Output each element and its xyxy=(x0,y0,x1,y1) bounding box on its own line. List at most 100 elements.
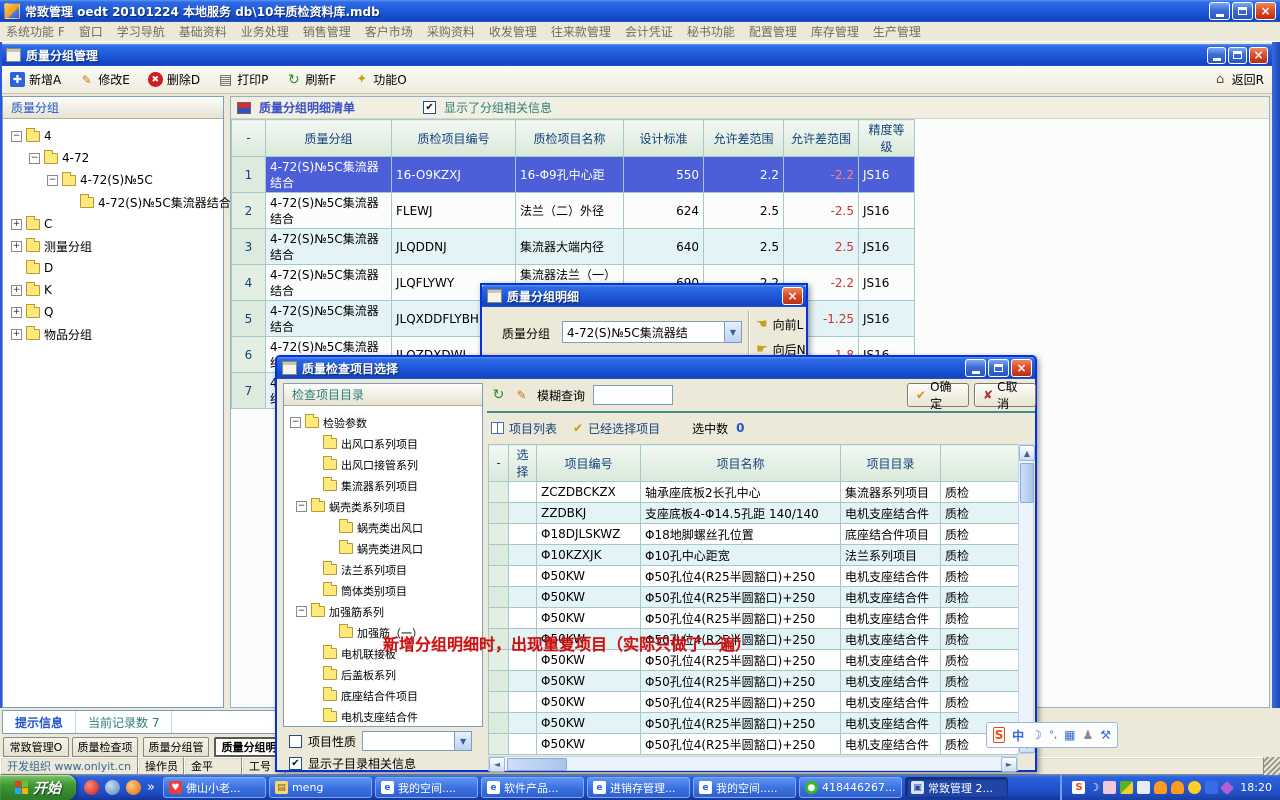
cell-select[interactable] xyxy=(509,503,537,524)
menu-learning[interactable]: 学习导航 xyxy=(117,23,165,40)
tree-node[interactable]: 筒体类别项目 xyxy=(286,580,480,601)
column-header[interactable]: 质检项目名称 xyxy=(516,120,624,157)
cell-dir[interactable]: 电机支座结合件 xyxy=(841,713,941,734)
cell-code[interactable]: Φ18DJLSKWZ xyxy=(537,524,641,545)
select-dialog-minimize-button[interactable] xyxy=(965,359,986,377)
tray-mic-icon[interactable] xyxy=(1137,781,1150,794)
tree-node-params[interactable]: 检验参数 xyxy=(286,412,480,433)
cell-select[interactable] xyxy=(509,671,537,692)
column-header[interactable]: 质量分组 xyxy=(266,120,392,157)
cell-tol-upper[interactable]: 2.5 xyxy=(704,193,784,229)
tray-qq-contact-icon[interactable] xyxy=(1154,781,1167,794)
tray-pink-icon[interactable] xyxy=(1103,781,1116,794)
column-header[interactable]: 项目名称 xyxy=(641,445,841,482)
tab-selected-items[interactable]: ✔已经选择项目 xyxy=(573,420,660,437)
cell-dir[interactable]: 电机支座结合件 xyxy=(841,734,941,755)
tree-node[interactable]: 集流器系列项目 xyxy=(286,475,480,496)
main-close-button[interactable]: × xyxy=(1255,2,1276,20)
cell-rownum[interactable]: 2 xyxy=(232,193,266,229)
select-dialog-titlebar[interactable]: 质量检查项目选择 × xyxy=(277,357,1035,379)
cell-name[interactable]: Φ10孔中心距宽 xyxy=(641,545,841,566)
select-dialog-maximize-button[interactable] xyxy=(988,359,1009,377)
tree-toggle-icon[interactable] xyxy=(296,501,307,512)
tree-node[interactable]: 法兰系列项目 xyxy=(286,559,480,580)
column-header[interactable]: 项目编号 xyxy=(537,445,641,482)
cell-grade[interactable]: JS16 xyxy=(859,193,915,229)
scroll-thumb[interactable] xyxy=(507,758,567,771)
taskbar-item-notepad[interactable]: ▤meng xyxy=(269,777,372,798)
cell-dir[interactable]: 电机支座结合件 xyxy=(841,671,941,692)
table-row[interactable]: 3 4-72(S)№5C集流器结合 JLQDDNJ 集流器大端内径 640 2.… xyxy=(232,229,915,265)
menu-inventory[interactable]: 库存管理 xyxy=(811,23,859,40)
tree-toggle-icon[interactable] xyxy=(11,219,22,230)
tree-toggle-icon[interactable] xyxy=(29,153,40,164)
tray-flag-icon[interactable] xyxy=(1120,781,1133,794)
cell-rownum[interactable]: 1 xyxy=(232,157,266,193)
cell-tol-upper[interactable]: 2.2 xyxy=(704,157,784,193)
add-button[interactable]: ✚新增A xyxy=(10,71,61,88)
tray-qq-contact2-icon[interactable] xyxy=(1171,781,1184,794)
tree-node[interactable]: 底座结合件项目 xyxy=(286,685,480,706)
show-related-checkbox[interactable] xyxy=(423,101,436,114)
taskbar-item-ie-3[interactable]: e进销存管理... xyxy=(587,777,690,798)
cell-dir[interactable]: 电机支座结合件 xyxy=(841,566,941,587)
tray-coin-icon[interactable] xyxy=(1188,781,1201,794)
cell-dir[interactable]: 底座结合件项目 xyxy=(841,524,941,545)
group-close-button[interactable]: × xyxy=(1249,47,1268,64)
cell-grade[interactable]: JS16 xyxy=(859,229,915,265)
cancel-button[interactable]: ✘C取消 xyxy=(974,383,1036,407)
ql-browser-icon[interactable] xyxy=(126,780,141,795)
group-minimize-button[interactable] xyxy=(1207,47,1226,64)
menu-customer[interactable]: 客户市场 xyxy=(365,23,413,40)
taskbar-item-ie-1[interactable]: e我的空间.... xyxy=(375,777,478,798)
delete-button[interactable]: ✖删除D xyxy=(148,71,200,88)
cell-code[interactable]: JLQDDNJ xyxy=(392,229,516,265)
cell-dir[interactable]: 法兰系列项目 xyxy=(841,545,941,566)
tree-node[interactable]: 蜗壳类进风口 xyxy=(286,538,480,559)
cell-code[interactable]: Φ50KW xyxy=(537,734,641,755)
tree-node-4-72s[interactable]: 4-72(S)№5C xyxy=(5,169,221,191)
scroll-left-icon[interactable]: ◄ xyxy=(489,757,505,772)
cell-standard[interactable]: 624 xyxy=(624,193,704,229)
cell-name[interactable]: Φ50孔位4(R25半圆豁口)+250 xyxy=(641,713,841,734)
cell-type[interactable]: 质检 xyxy=(941,503,1019,524)
taskbar-item-ie-2[interactable]: e软件产品... xyxy=(481,777,584,798)
cell-code[interactable]: Φ50KW xyxy=(537,587,641,608)
vertical-scrollbar[interactable]: ▲ ▼ xyxy=(1018,444,1034,754)
fullwidth-moon-icon[interactable]: ☽ xyxy=(1031,728,1042,742)
detail-dialog-close-button[interactable]: × xyxy=(782,287,803,305)
tray-moon-icon[interactable]: ☽ xyxy=(1089,781,1099,794)
tree-node[interactable]: 后盖板系列 xyxy=(286,664,480,685)
menu-receive-send[interactable]: 收发管理 xyxy=(489,23,537,40)
cell-type[interactable]: 质检 xyxy=(941,671,1019,692)
tray-purple-icon[interactable] xyxy=(1220,780,1234,794)
tree-toggle-icon[interactable] xyxy=(11,241,22,252)
cell-grade[interactable]: JS16 xyxy=(859,265,915,301)
tree-toggle-icon[interactable] xyxy=(11,131,22,142)
menu-purchase[interactable]: 采购资料 xyxy=(427,23,475,40)
cell-name[interactable]: Φ50孔位4(R25半圆豁口)+250 xyxy=(641,671,841,692)
cell-select[interactable] xyxy=(509,713,537,734)
cell-standard[interactable]: 640 xyxy=(624,229,704,265)
cell-select[interactable] xyxy=(509,692,537,713)
tree-node-q[interactable]: Q xyxy=(5,301,221,323)
cell-type[interactable]: 质检 xyxy=(941,692,1019,713)
sogou-input-bar[interactable]: S 中 ☽ °, ▦ ♟ ⚒ xyxy=(986,722,1118,748)
user-icon[interactable]: ♟ xyxy=(1082,728,1093,742)
cell-type[interactable]: 质检 xyxy=(941,650,1019,671)
resize-grip[interactable] xyxy=(1264,757,1280,775)
tree-node-jlq-leaf[interactable]: 4-72(S)№5C集流器结合 xyxy=(5,191,221,213)
cell-type[interactable]: 质检 xyxy=(941,524,1019,545)
back-button[interactable]: ⌂返回R xyxy=(1213,71,1264,88)
scroll-up-icon[interactable]: ▲ xyxy=(1019,445,1035,461)
item-row[interactable]: Φ10KZXJKΦ10孔中心距宽法兰系列项目质检 xyxy=(489,545,1019,566)
cell-dir[interactable]: 电机支座结合件 xyxy=(841,608,941,629)
cell-name[interactable]: Φ18地脚螺丝孔位置 xyxy=(641,524,841,545)
cell-code[interactable]: Φ50KW xyxy=(537,713,641,734)
tree-node[interactable]: 电机支座结合件 xyxy=(286,706,480,727)
tree-node[interactable]: 出风口接管系列 xyxy=(286,454,480,475)
table-row-selected[interactable]: 1 4-72(S)№5C集流器结合 16-O9KZXJ 16-Φ9孔中心距 55… xyxy=(232,157,915,193)
refresh-button[interactable]: ↻刷新F xyxy=(286,71,336,88)
tray-sogou-icon[interactable]: S xyxy=(1072,781,1085,794)
cell-type[interactable]: 质检 xyxy=(941,545,1019,566)
